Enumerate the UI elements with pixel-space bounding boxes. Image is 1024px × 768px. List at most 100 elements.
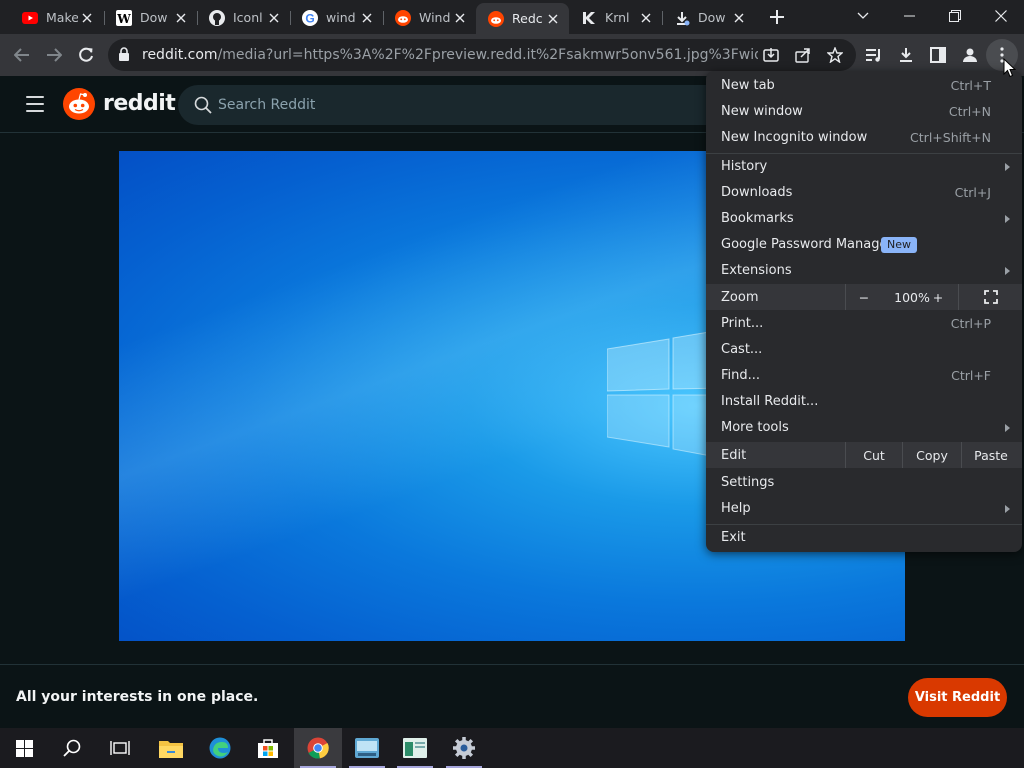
keyboard-app-icon xyxy=(355,738,379,758)
install-icon xyxy=(763,48,779,62)
menu-exit[interactable]: Exit xyxy=(706,525,1022,551)
reddit-icon xyxy=(488,10,504,27)
tab-krnl[interactable]: Krnl xyxy=(569,3,662,32)
folder-icon xyxy=(159,741,183,758)
playlist-icon xyxy=(866,49,880,62)
url-host: reddit.com xyxy=(142,47,218,63)
tab-search-button[interactable] xyxy=(840,0,886,32)
menu-bookmarks[interactable]: Bookmarks xyxy=(706,206,1022,232)
taskbar-app-1[interactable] xyxy=(343,728,391,768)
menu-new-window[interactable]: New window Ctrl+N xyxy=(706,99,1022,125)
share-button[interactable] xyxy=(787,39,819,71)
bookmark-star-button[interactable] xyxy=(819,39,851,71)
address-bar[interactable]: reddit.com/media?url=https%3A%2F%2Fprevi… xyxy=(108,39,856,71)
close-icon[interactable] xyxy=(358,9,376,27)
copy-button[interactable]: Copy xyxy=(903,442,961,468)
zoom-out-button[interactable]: − xyxy=(846,284,882,310)
menu-new-incognito[interactable]: New Incognito window Ctrl+Shift+N xyxy=(706,125,1022,151)
url-text[interactable]: reddit.com/media?url=https%3A%2F%2Fprevi… xyxy=(142,47,758,63)
tab-title: Make xyxy=(46,10,78,25)
back-button[interactable] xyxy=(6,39,38,71)
taskbar-edge[interactable] xyxy=(196,728,244,768)
tab-title: Dow xyxy=(698,10,726,25)
close-icon[interactable] xyxy=(637,9,655,27)
close-icon[interactable] xyxy=(265,9,283,27)
menu-downloads[interactable]: Downloads Ctrl+J xyxy=(706,180,1022,206)
tab-download[interactable]: Dow xyxy=(662,3,755,32)
media-controls-button[interactable] xyxy=(858,39,890,71)
taskbar-store[interactable] xyxy=(244,728,292,768)
reddit-wordmark[interactable]: reddit xyxy=(103,91,176,116)
install-app-button[interactable] xyxy=(755,39,787,71)
taskbar-search-button[interactable] xyxy=(48,728,96,768)
menu-cast[interactable]: Cast... xyxy=(706,337,1022,363)
taskbar-app-2[interactable] xyxy=(391,728,439,768)
search-placeholder: Search Reddit xyxy=(218,97,316,113)
cut-button[interactable]: Cut xyxy=(846,442,902,468)
menu-item-label: Zoom xyxy=(721,290,759,305)
menu-password-manager[interactable]: Google Password Manager New xyxy=(706,232,1022,258)
menu-print[interactable]: Print... Ctrl+P xyxy=(706,311,1022,337)
tab-reddit-active[interactable]: Redc xyxy=(476,3,569,34)
w-icon: W xyxy=(116,9,132,26)
menu-item-label: Exit xyxy=(721,530,746,545)
close-icon[interactable] xyxy=(730,9,748,27)
taskbar-chrome[interactable] xyxy=(294,728,342,768)
fullscreen-button[interactable] xyxy=(959,284,1022,310)
tab-github[interactable]: Iconl xyxy=(197,3,290,32)
chrome-icon xyxy=(307,737,329,759)
reload-button[interactable] xyxy=(70,39,102,71)
close-icon[interactable] xyxy=(78,9,96,27)
menu-help[interactable]: Help xyxy=(706,496,1022,522)
paste-button[interactable]: Paste xyxy=(962,442,1020,468)
reload-icon xyxy=(79,47,93,62)
restore-icon xyxy=(949,10,961,22)
zoom-in-button[interactable]: + xyxy=(924,284,952,310)
hamburger-menu-icon[interactable] xyxy=(24,94,48,114)
menu-install[interactable]: Install Reddit... xyxy=(706,389,1022,415)
reddit-logo-icon[interactable] xyxy=(63,88,95,120)
menu-find[interactable]: Find... Ctrl+F xyxy=(706,363,1022,389)
tab-title: wind xyxy=(326,10,356,25)
profile-button[interactable] xyxy=(954,39,986,71)
profile-icon xyxy=(963,48,977,62)
side-panel-button[interactable] xyxy=(922,39,954,71)
lock-icon[interactable] xyxy=(118,47,130,62)
start-button[interactable] xyxy=(0,728,48,768)
side-panel-icon xyxy=(930,47,946,63)
visit-reddit-button[interactable]: Visit Reddit xyxy=(908,678,1007,717)
menu-extensions[interactable]: Extensions xyxy=(706,258,1022,284)
tab-title: Iconl xyxy=(233,10,263,25)
reddit-search-input[interactable]: Search Reddit xyxy=(178,85,738,125)
tab-reddit-windows[interactable]: Wind xyxy=(383,3,476,32)
tab-title: Redc xyxy=(512,11,543,26)
windows-start-icon xyxy=(15,739,33,757)
tab-youtube[interactable]: Make xyxy=(10,3,103,32)
forward-button[interactable] xyxy=(38,39,70,71)
submenu-arrow-icon xyxy=(1005,163,1010,171)
menu-more-tools[interactable]: More tools xyxy=(706,415,1022,441)
menu-history[interactable]: History xyxy=(706,154,1022,180)
minimize-button[interactable] xyxy=(886,0,932,32)
downloads-button[interactable] xyxy=(890,39,922,71)
close-icon[interactable] xyxy=(451,9,469,27)
new-tab-button[interactable] xyxy=(766,6,788,28)
taskbar-settings[interactable] xyxy=(440,728,488,768)
close-window-button[interactable] xyxy=(978,0,1024,32)
menu-item-label: Edit xyxy=(721,448,747,463)
close-icon[interactable] xyxy=(172,9,190,27)
menu-new-tab[interactable]: New tab Ctrl+T xyxy=(706,73,1022,99)
tab-title: Dow xyxy=(140,10,168,25)
close-icon[interactable] xyxy=(544,10,562,28)
taskbar-file-explorer[interactable] xyxy=(147,728,195,768)
restore-button[interactable] xyxy=(932,0,978,32)
mouse-cursor-icon xyxy=(1003,58,1016,78)
menu-shortcut: Ctrl+P xyxy=(950,316,991,331)
tab-strip: Make W Dow Iconl G wind Wind Redc Krnl D… xyxy=(0,0,1024,34)
tab-wikipedia[interactable]: W Dow xyxy=(104,3,197,32)
menu-settings[interactable]: Settings xyxy=(706,470,1022,496)
menu-item-label: Bookmarks xyxy=(721,211,794,226)
tab-google[interactable]: G wind xyxy=(290,3,383,32)
search-icon xyxy=(194,96,212,114)
task-view-button[interactable] xyxy=(96,728,144,768)
